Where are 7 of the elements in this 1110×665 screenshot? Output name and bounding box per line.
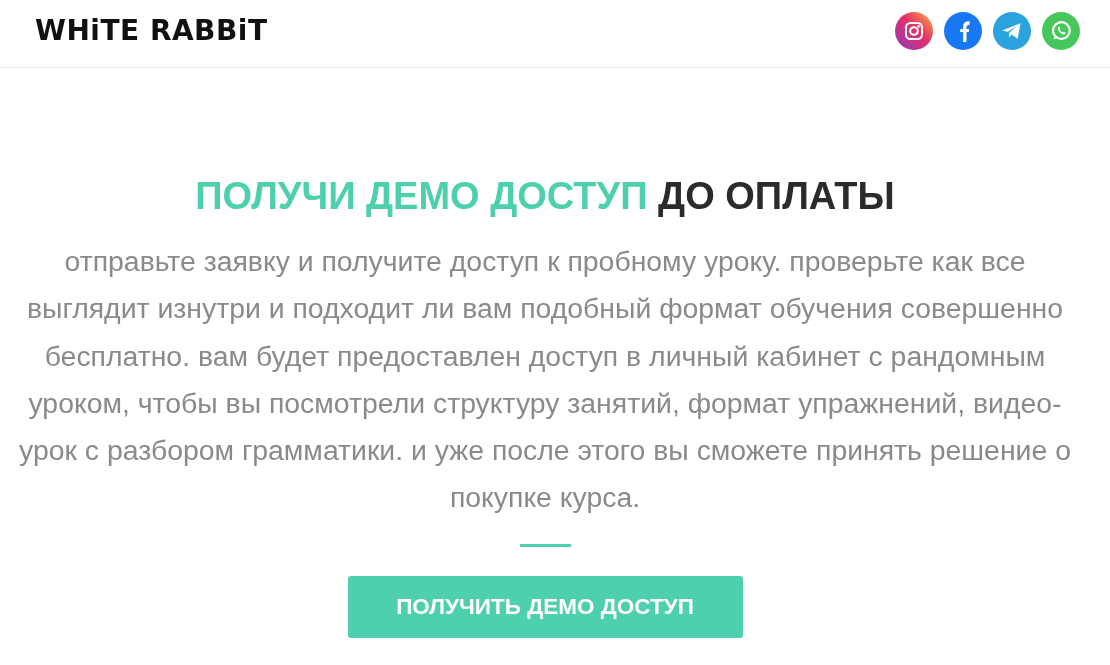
instagram-icon[interactable]	[895, 11, 933, 50]
telegram-icon[interactable]	[993, 11, 1031, 50]
whatsapp-icon[interactable]	[1042, 11, 1080, 50]
logo[interactable]: WHiTE RABBiT	[35, 16, 268, 51]
section-heading: ПОЛУЧИ ДЕМО ДОСТУП ДО ОПЛАТЫ	[194, 174, 896, 218]
description-text: отправьте заявку и получите доступ к пробному уроку. проверьте как все выглядит изнутри и подходит ли вам подобный формат обучения совершенно бесплатно. вам будет предоставлен доступ в личный кабинет с рандомным уроком, чтобы вы посмотрели структуру занятий, формат упражнений, видео-урок с разбором грамматики. и уже после этого вы сможете принять решение о покупке курса.	[18, 244, 1072, 516]
facebook-icon[interactable]	[944, 11, 982, 50]
